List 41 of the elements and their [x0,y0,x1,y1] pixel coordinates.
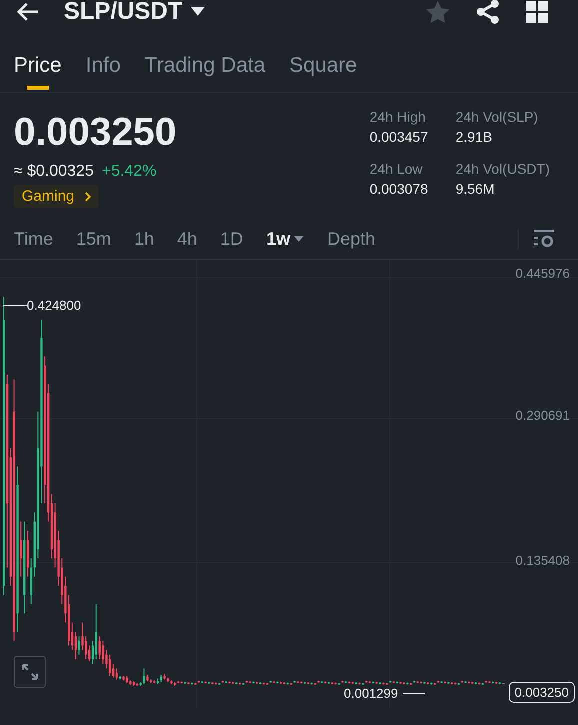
chevron-icon [84,192,91,202]
low-price-label: 0.001299 [344,686,398,701]
share-icon[interactable] [476,0,500,24]
caret-icon[interactable] [190,7,205,17]
axis-label: 0.135408 [516,553,570,568]
interval-tab[interactable]: 4h [177,228,198,250]
last-price: 0.003250 [14,111,177,155]
interval-tab[interactable]: 1w [266,228,304,250]
stat-label: 24h Low [370,161,424,177]
interval-tab[interactable]: 1D [220,228,244,250]
interval-tab[interactable]: Depth [327,228,376,250]
stat-value: 2.91B [456,129,494,145]
back-arrow-icon[interactable] [16,2,40,22]
last-price-tag: 0.003250 [508,682,575,703]
stat-value: 9.56M [456,181,496,197]
star-icon[interactable] [426,0,450,24]
stat-label: 24h High [370,109,427,125]
axis-label: 0.290691 [516,408,570,423]
leader-line [3,305,27,306]
axis-label: 0.445976 [516,266,570,281]
category-tag[interactable]: Gaming [14,185,99,208]
tab[interactable]: Square [290,52,358,92]
grid-icon[interactable] [526,1,548,23]
price-change: +5.42% [102,163,157,181]
tab[interactable]: Trading Data [144,52,266,92]
caret-icon [294,236,304,242]
high-price-label: 0.424800 [27,298,82,313]
fullscreen-button[interactable] [14,656,46,688]
price-line [502,684,506,685]
pair-title[interactable]: SLP/USDT [64,0,183,26]
interval-tab[interactable]: 1h [134,228,154,250]
chart-settings-icon[interactable] [534,230,554,248]
fiat-price: ≈ $0.00325 [14,163,94,181]
stat-value: 0.003457 [370,129,430,145]
interval-tab[interactable]: Time [14,228,54,250]
tab[interactable]: Info [86,52,121,92]
expand-icon [21,663,39,681]
stat-label: 24h Vol(SLP) [456,109,540,125]
stat-label: 24h Vol(USDT) [456,161,550,177]
interval-tab[interactable]: 15m [76,228,112,250]
stat-value: 0.003078 [370,181,430,197]
